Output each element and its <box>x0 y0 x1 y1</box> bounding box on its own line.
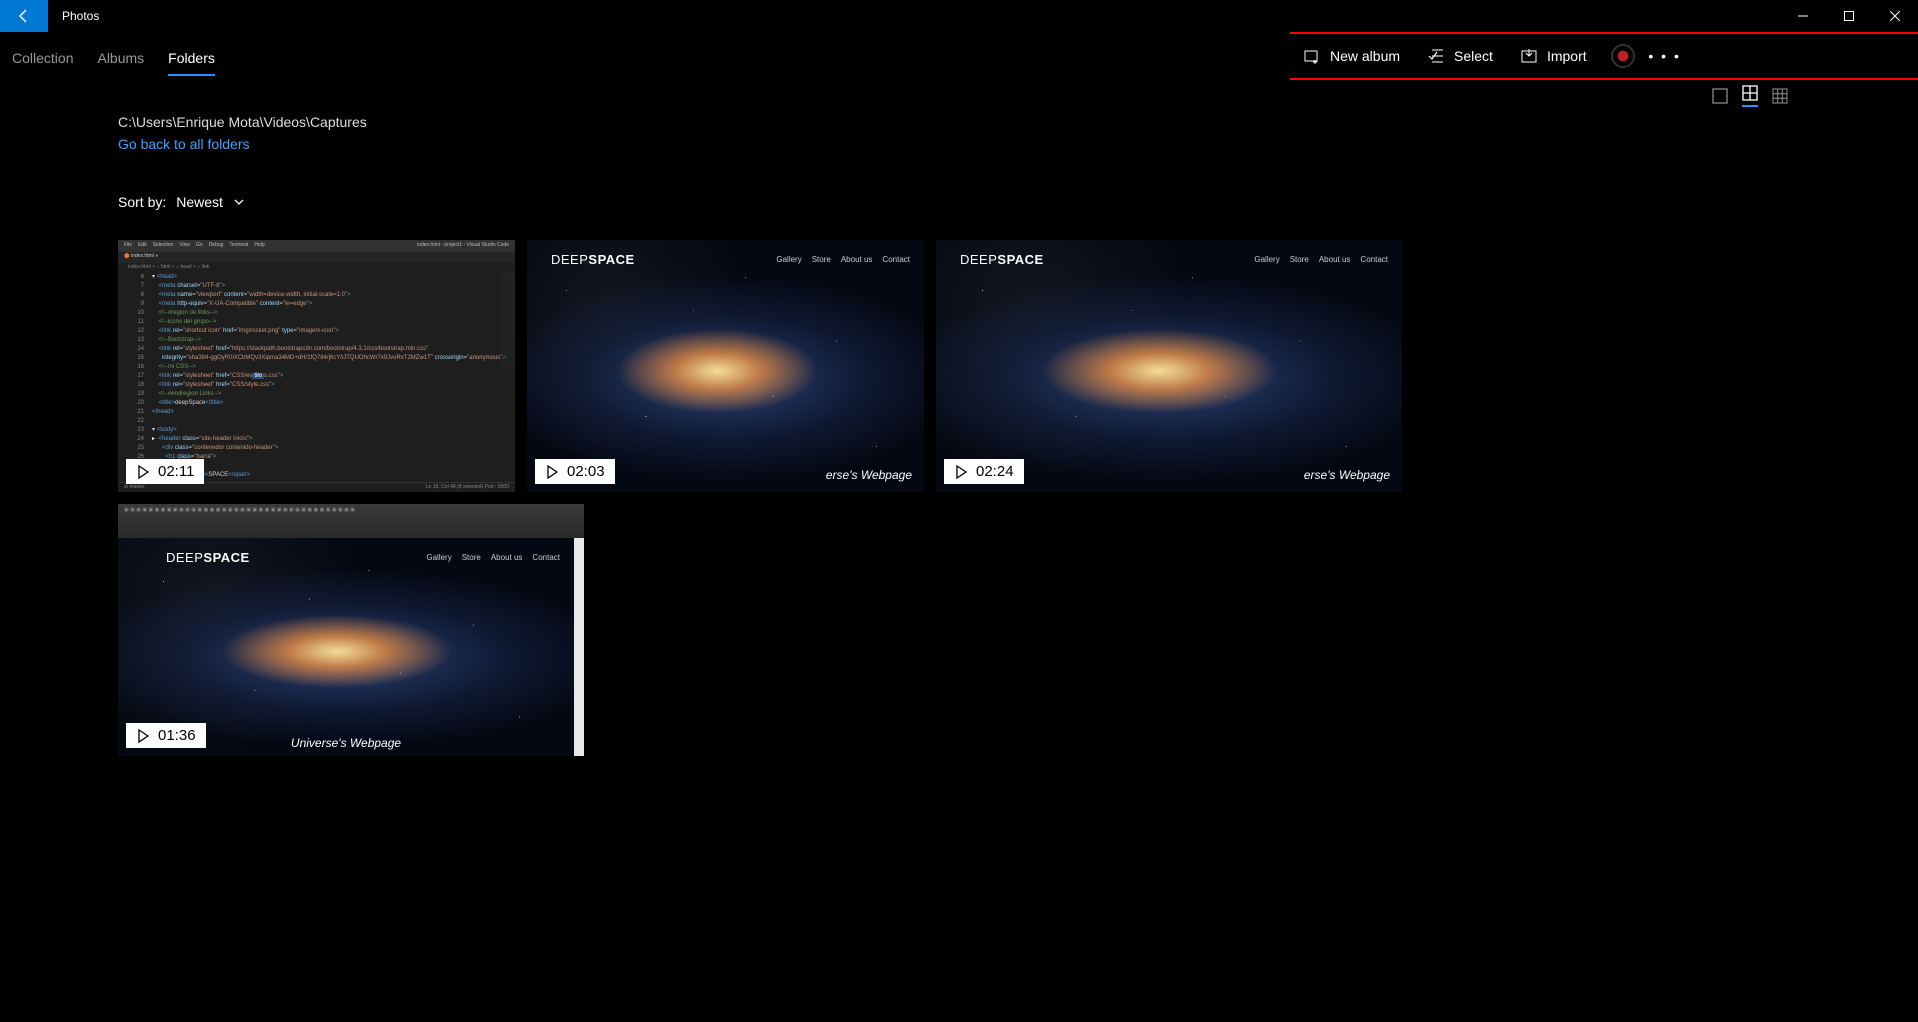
sort-row: Sort by: Newest <box>118 194 1918 210</box>
import-label: Import <box>1547 48 1587 64</box>
new-album-label: New album <box>1330 48 1400 64</box>
view-large-tiles[interactable] <box>1712 88 1728 104</box>
maximize-icon <box>1844 11 1854 21</box>
view-size-row <box>0 82 1918 110</box>
minimize-icon <box>1798 11 1808 21</box>
thumbnail-browser-deepspace: ▣ ▣ ▣ ▣ ▣ ▣ ▣ ▣ ▣ ▣ ▣ ▣ ▣ ▣ ▣ ▣ ▣ ▣ ▣ ▣ … <box>118 504 584 756</box>
folder-path: C:\Users\Enrique Mota\Videos\Captures <box>118 114 1918 130</box>
small-tile-icon <box>1772 88 1788 104</box>
play-icon <box>954 465 968 479</box>
thumbnail-code-editor: FileEditSelectionViewGoDebugTerminalHelp… <box>118 240 515 492</box>
back-button[interactable] <box>0 0 48 32</box>
select-icon <box>1428 48 1444 64</box>
video-tile[interactable]: DEEPSPACE GalleryStoreAbout usContact er… <box>936 240 1402 492</box>
select-label: Select <box>1454 48 1493 64</box>
play-icon <box>136 465 150 479</box>
large-tile-icon <box>1712 88 1728 104</box>
thumbnail-deepspace: DEEPSPACE GalleryStoreAbout usContact er… <box>936 240 1402 492</box>
medium-tile-icon <box>1742 85 1758 101</box>
thumbnail-deepspace: DEEPSPACE GalleryStoreAbout usContact er… <box>527 240 924 492</box>
annotation-line-bottom <box>1290 78 1918 80</box>
content: C:\Users\Enrique Mota\Videos\Captures Go… <box>0 114 1918 756</box>
window-close-button[interactable] <box>1872 0 1918 32</box>
chevron-down-icon <box>233 196 245 208</box>
video-tile[interactable]: FileEditSelectionViewGoDebugTerminalHelp… <box>118 240 515 492</box>
sort-dropdown[interactable]: Newest <box>176 194 245 210</box>
sort-value: Newest <box>176 194 223 210</box>
new-album-icon <box>1304 48 1320 64</box>
nav-tabs: Collection Albums Folders <box>12 32 215 76</box>
titlebar: Photos <box>0 0 1918 32</box>
command-bar: New album Select Import • • • <box>1290 34 1918 78</box>
new-album-button[interactable]: New album <box>1290 36 1414 76</box>
sort-label: Sort by: <box>118 194 166 210</box>
duration-text: 02:11 <box>158 463 194 480</box>
back-to-folders-link[interactable]: Go back to all folders <box>118 136 250 152</box>
view-medium-tiles[interactable] <box>1742 85 1758 107</box>
command-bar-annotated: New album Select Import • • • <box>1290 32 1918 80</box>
app-title: Photos <box>48 9 99 23</box>
header-row: Collection Albums Folders New album Sele… <box>0 32 1918 76</box>
duration-badge: 01:36 <box>126 723 206 748</box>
play-icon <box>545 465 559 479</box>
tab-albums[interactable]: Albums <box>97 50 144 76</box>
duration-badge: 02:03 <box>535 459 615 484</box>
play-icon <box>136 729 150 743</box>
tab-collection[interactable]: Collection <box>12 50 73 76</box>
video-tile[interactable]: DEEPSPACE GalleryStoreAbout usContact er… <box>527 240 924 492</box>
video-tile[interactable]: ▣ ▣ ▣ ▣ ▣ ▣ ▣ ▣ ▣ ▣ ▣ ▣ ▣ ▣ ▣ ▣ ▣ ▣ ▣ ▣ … <box>118 504 584 756</box>
duration-badge: 02:24 <box>944 459 1024 484</box>
more-button[interactable]: • • • <box>1645 36 1685 76</box>
window-maximize-button[interactable] <box>1826 0 1872 32</box>
video-grid: FileEditSelectionViewGoDebugTerminalHelp… <box>118 240 1408 756</box>
duration-text: 02:24 <box>976 463 1014 480</box>
duration-badge: 02:11 <box>126 459 204 484</box>
import-button[interactable]: Import <box>1507 36 1601 76</box>
duration-text: 02:03 <box>567 463 605 480</box>
close-icon <box>1890 11 1900 21</box>
tab-folders[interactable]: Folders <box>168 50 215 76</box>
arrow-left-icon <box>16 8 32 24</box>
view-small-tiles[interactable] <box>1772 88 1788 104</box>
ellipsis-icon: • • • <box>1648 48 1680 64</box>
duration-text: 01:36 <box>158 727 196 744</box>
import-icon <box>1521 48 1537 64</box>
window-minimize-button[interactable] <box>1780 0 1826 32</box>
user-avatar[interactable] <box>1611 44 1635 68</box>
select-button[interactable]: Select <box>1414 36 1507 76</box>
